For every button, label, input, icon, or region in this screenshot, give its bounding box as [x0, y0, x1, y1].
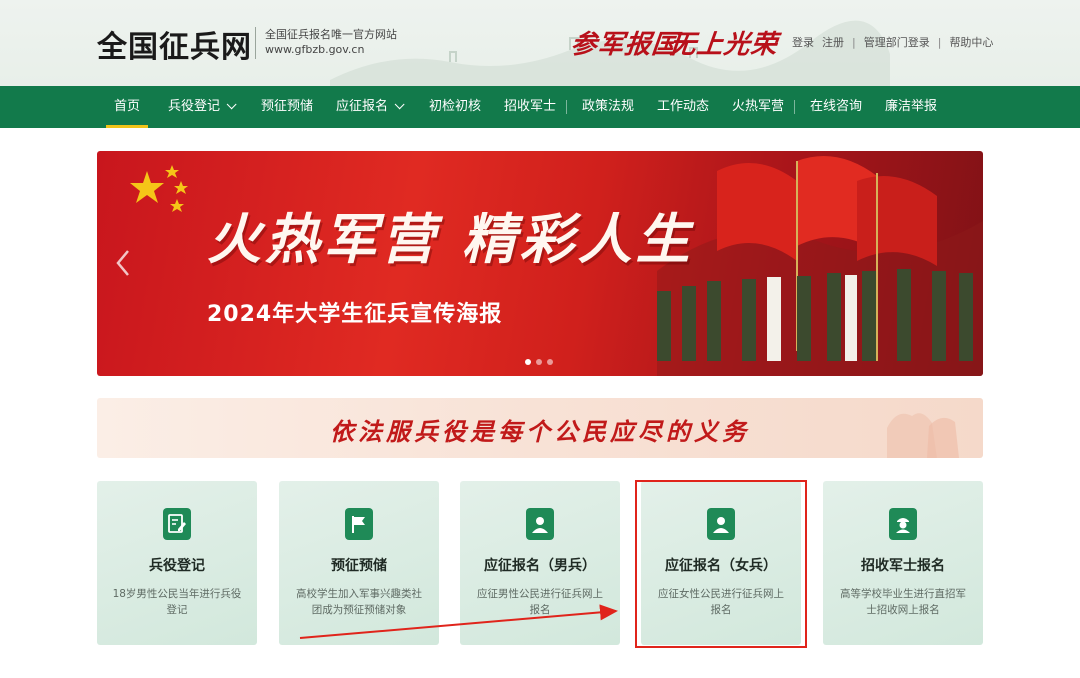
chevron-left-icon[interactable]: [115, 249, 131, 277]
link-divider: |: [852, 35, 856, 49]
edit-form-icon: [163, 508, 191, 540]
motto-text: 依法服兵役是每个公民应尽的义务: [330, 417, 750, 446]
banner-title: 火热军营 精彩人生: [207, 207, 694, 271]
nav-label: 应征报名: [336, 99, 389, 114]
carousel-dot[interactable]: [525, 359, 531, 365]
admin-login-link[interactable]: 管理部门登录: [864, 34, 930, 50]
nav-item-pre-enlistment[interactable]: 预征预储: [261, 86, 313, 128]
carousel-dot[interactable]: [547, 359, 553, 365]
site-header: 全国征兵网 全国征兵报名唯一官方网站 www.gfbzb.gov.cn 参军报国…: [0, 0, 1080, 86]
card-title: 招收军士报名: [861, 558, 945, 574]
slogan-right: 无上光荣: [668, 30, 780, 60]
card-description: 18岁男性公民当年进行兵役登记: [112, 588, 242, 616]
carousel-dots: [525, 359, 553, 365]
nav-item-integrity-report[interactable]: 廉洁举报: [885, 86, 937, 128]
chevron-down-icon: [394, 99, 405, 110]
card-title: 兵役登记: [149, 558, 205, 574]
nav-item-home[interactable]: 首页: [105, 86, 149, 128]
login-link[interactable]: 登录: [792, 34, 814, 50]
chevron-down-icon: [226, 99, 237, 110]
motto-banner: 依法服兵役是每个公民应尽的义务: [97, 398, 983, 458]
logo-divider: [255, 27, 256, 59]
card-military-registration[interactable]: 兵役登记 18岁男性公民当年进行兵役登记: [97, 481, 257, 645]
banner-subtitle: 2024年大学生征兵宣传海报: [207, 302, 503, 327]
link-divider: |: [937, 35, 942, 49]
card-description: 应征男性公民进行征兵网上报名: [477, 588, 603, 616]
soldier-icon: [889, 508, 917, 540]
card-description: 高等学校毕业生进行直招军士招收网上报名: [840, 588, 966, 616]
card-description: 高校学生加入军事兴趣类社团成为预征预储对象: [296, 588, 422, 616]
card-enlistment-male[interactable]: 应征报名（男兵） 应征男性公民进行征兵网上报名: [460, 481, 620, 645]
annotation-highlight-box: [635, 480, 807, 648]
card-pre-enlistment[interactable]: 预征预储 高校学生加入军事兴趣类社团成为预征预储对象: [279, 481, 439, 645]
hero-banner[interactable]: 火热军营 精彩人生 2024年大学生征兵宣传海报: [97, 151, 983, 376]
nav-item-initial-check[interactable]: 初检初核: [429, 86, 481, 128]
site-subtitle: 全国征兵报名唯一官方网站: [265, 28, 397, 41]
main-nav: 首页 兵役登记 预征预储 应征报名 初检初核 招收军士 政策法规 工作动态 火热…: [0, 86, 1080, 128]
nav-divider: [566, 100, 567, 114]
register-link[interactable]: 注册: [822, 34, 844, 50]
nav-item-military-registration[interactable]: 兵役登记: [168, 86, 237, 128]
nav-item-news[interactable]: 工作动态: [657, 86, 709, 128]
slogan-left: 参军报国: [569, 30, 681, 60]
card-title: 应征报名（男兵）: [484, 558, 596, 574]
nav-item-policies[interactable]: 政策法规: [582, 86, 634, 128]
nav-item-nco-recruitment[interactable]: 招收军士: [504, 86, 556, 128]
top-links: 登录 注册 | 管理部门登录 | 帮助中心: [792, 34, 993, 50]
carousel-dot[interactable]: [536, 359, 542, 365]
nav-label: 兵役登记: [168, 99, 221, 114]
nav-divider: [794, 100, 795, 114]
nav-item-enlistment-signup[interactable]: 应征报名: [336, 86, 405, 128]
nav-item-online-consult[interactable]: 在线咨询: [810, 86, 862, 128]
help-center-link[interactable]: 帮助中心: [949, 34, 993, 50]
site-domain: www.gfbzb.gov.cn: [265, 43, 365, 56]
card-nco-recruitment[interactable]: 招收军士报名 高等学校毕业生进行直招军士招收网上报名: [823, 481, 983, 645]
person-icon: [526, 508, 554, 540]
flag-icon: [345, 508, 373, 540]
card-title: 预征预储: [331, 558, 387, 574]
site-logo[interactable]: 全国征兵网: [97, 22, 252, 66]
nav-item-military-camp[interactable]: 火热军营: [732, 86, 784, 128]
